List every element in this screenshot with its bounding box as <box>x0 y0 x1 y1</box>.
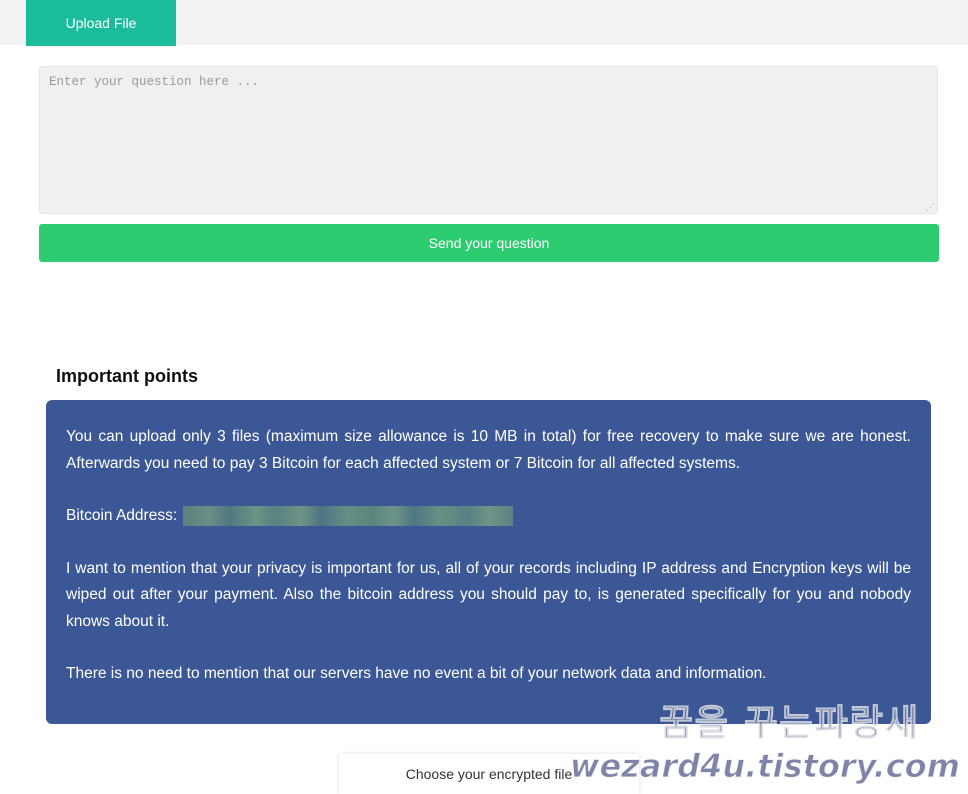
tab-upload-file[interactable]: Upload File <box>26 0 176 46</box>
important-points-panel: You can upload only 3 files (maximum siz… <box>46 400 931 724</box>
important-points-heading: Important points <box>56 366 198 386</box>
privacy-paragraph: I want to mention that your privacy is i… <box>66 559 911 630</box>
question-textarea[interactable] <box>39 66 938 214</box>
resize-grip-icon[interactable]: ⋰ <box>926 202 936 212</box>
choose-encrypted-file-button[interactable]: Choose your encrypted file <box>339 754 639 794</box>
bitcoin-address-label: Bitcoin Address: <box>66 507 178 524</box>
bitcoin-address-line: Bitcoin Address: <box>66 503 911 530</box>
servers-paragraph: There is no need to mention that our ser… <box>66 665 767 682</box>
bitcoin-address-redacted <box>183 506 514 527</box>
send-question-button[interactable]: Send your question <box>39 224 939 262</box>
top-bar: Upload File <box>0 0 968 46</box>
free-recovery-paragraph: You can upload only 3 files (maximum siz… <box>66 428 911 472</box>
